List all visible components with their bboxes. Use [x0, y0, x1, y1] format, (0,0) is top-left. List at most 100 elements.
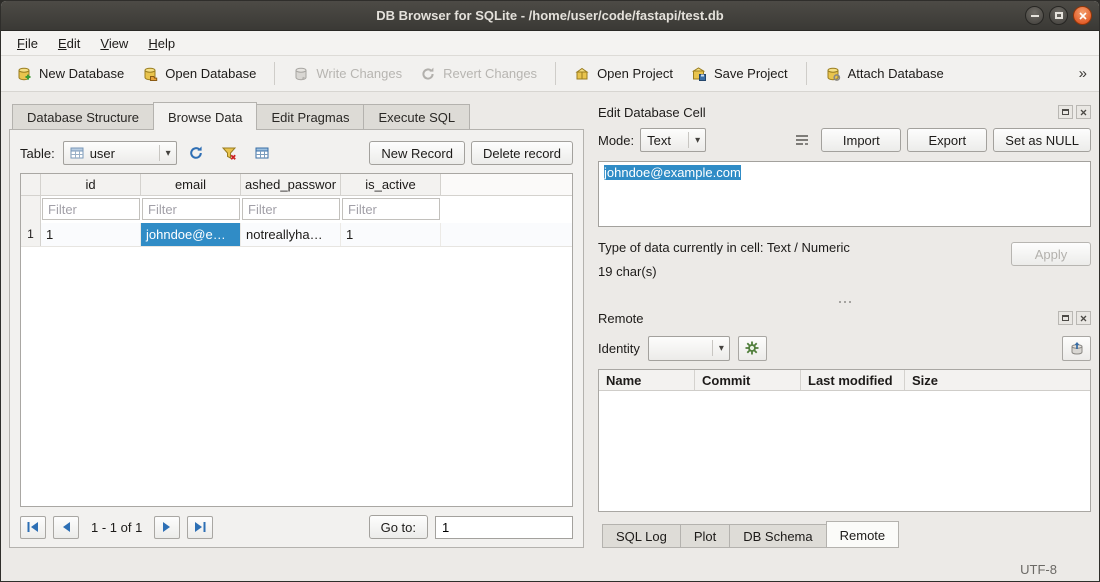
grid-corner[interactable]	[21, 174, 41, 196]
attach-database-button[interactable]: Attach Database	[816, 61, 953, 87]
save-project-icon	[691, 66, 707, 82]
encoding-indicator[interactable]: UTF-8	[1020, 562, 1057, 577]
filter-input-hashed-password[interactable]	[242, 198, 340, 220]
mode-select-value: Text	[647, 133, 682, 148]
cell-is-active[interactable]: 1	[341, 223, 441, 246]
new-record-button[interactable]: New Record	[369, 141, 465, 165]
cell-hashed-password[interactable]: notreallyha…	[241, 223, 341, 246]
dock-tabbar: SQL Log Plot DB Schema Remote	[598, 521, 1091, 548]
previous-record-button[interactable]	[53, 516, 79, 539]
tab-browse-data[interactable]: Browse Data	[153, 102, 257, 130]
mode-label: Mode:	[598, 133, 634, 148]
tab-execute-sql[interactable]: Execute SQL	[363, 104, 470, 129]
gear-icon	[744, 340, 760, 356]
write-changes-icon	[293, 66, 309, 82]
splitter-dots-icon	[839, 301, 841, 303]
column-header-id[interactable]: id	[41, 174, 141, 196]
revert-changes-button[interactable]: Revert Changes	[411, 61, 546, 87]
save-results-button[interactable]	[249, 141, 276, 165]
maximize-icon	[1055, 12, 1063, 19]
delete-record-button[interactable]: Delete record	[471, 141, 573, 165]
remote-dock-controls	[1058, 311, 1091, 325]
column-header-email[interactable]: email	[141, 174, 241, 196]
dropdown-arrow-icon: ▾	[712, 340, 724, 356]
apply-button[interactable]: Apply	[1011, 242, 1091, 266]
maximize-button[interactable]	[1049, 6, 1068, 25]
menubar: File Edit View Help	[1, 31, 1099, 56]
window-title: DB Browser for SQLite - /home/user/code/…	[1, 8, 1099, 23]
word-wrap-button[interactable]	[788, 128, 815, 152]
refresh-button[interactable]	[183, 141, 210, 165]
cell-email-selected[interactable]: johndoe@e…	[141, 223, 241, 246]
open-project-icon	[574, 66, 590, 82]
clear-filters-button[interactable]	[216, 141, 243, 165]
goto-button[interactable]: Go to:	[369, 515, 428, 539]
new-database-button[interactable]: New Database	[7, 61, 133, 87]
save-project-label: Save Project	[714, 66, 788, 81]
cell-editor[interactable]: johndoe@example.com	[598, 161, 1091, 227]
titlebar[interactable]: DB Browser for SQLite - /home/user/code/…	[1, 1, 1099, 31]
menu-edit[interactable]: Edit	[48, 33, 90, 54]
filter-input-email[interactable]	[142, 198, 240, 220]
menu-view[interactable]: View	[90, 33, 138, 54]
edit-cell-dock-controls	[1058, 105, 1091, 119]
identity-settings-button[interactable]	[738, 336, 767, 361]
edit-cell-toolbar: Mode: Text ▾ Import Export Set as NULL	[598, 127, 1091, 153]
write-changes-button[interactable]: Write Changes	[284, 61, 411, 87]
remote-table: Name Commit Last modified Size	[598, 369, 1091, 512]
filter-input-is-active[interactable]	[342, 198, 440, 220]
remote-col-name[interactable]: Name	[599, 370, 695, 390]
float-remote-button[interactable]	[1058, 311, 1073, 325]
float-edit-cell-button[interactable]	[1058, 105, 1073, 119]
data-grid: id email ashed_passwor is_active	[20, 173, 573, 507]
statusbar: UTF-8	[1, 558, 1099, 581]
close-edit-cell-button[interactable]	[1076, 105, 1091, 119]
close-button[interactable]	[1073, 6, 1092, 25]
grid-empty-area	[21, 247, 572, 506]
column-header-hashed-password[interactable]: ashed_passwor	[241, 174, 341, 196]
tab-database-structure[interactable]: Database Structure	[12, 104, 154, 129]
close-remote-button[interactable]	[1076, 311, 1091, 325]
first-record-icon	[26, 521, 40, 533]
last-record-icon	[193, 521, 207, 533]
table-icon	[70, 146, 84, 160]
first-record-button[interactable]	[20, 516, 46, 539]
attach-database-label: Attach Database	[848, 66, 944, 81]
cell-id[interactable]: 1	[41, 223, 141, 246]
next-record-button[interactable]	[154, 516, 180, 539]
set-as-null-button[interactable]: Set as NULL	[993, 128, 1091, 152]
column-header-is-active[interactable]: is_active	[341, 174, 441, 196]
open-project-button[interactable]: Open Project	[565, 61, 682, 87]
mode-select[interactable]: Text ▾	[640, 128, 706, 152]
tab-db-schema[interactable]: DB Schema	[729, 524, 826, 548]
tab-remote[interactable]: Remote	[826, 521, 900, 548]
import-button[interactable]: Import	[821, 128, 901, 152]
tab-plot[interactable]: Plot	[680, 524, 730, 548]
menu-file[interactable]: File	[7, 33, 48, 54]
toolbar-overflow-button[interactable]: »	[1073, 63, 1093, 84]
revert-changes-label: Revert Changes	[443, 66, 537, 81]
push-database-button[interactable]	[1062, 336, 1091, 361]
table-select[interactable]: user ▾	[63, 141, 177, 165]
remote-col-last-modified[interactable]: Last modified	[801, 370, 905, 390]
row-header[interactable]: 1	[21, 223, 41, 246]
goto-input[interactable]	[435, 516, 573, 539]
open-database-button[interactable]: Open Database	[133, 61, 265, 87]
splitter-handle[interactable]	[598, 296, 1091, 308]
table-select-value: user	[90, 146, 153, 161]
remote-col-commit[interactable]: Commit	[695, 370, 801, 390]
menu-help[interactable]: Help	[138, 33, 185, 54]
export-button[interactable]: Export	[907, 128, 987, 152]
save-project-button[interactable]: Save Project	[682, 61, 797, 87]
last-record-button[interactable]	[187, 516, 213, 539]
grid-header: id email ashed_passwor is_active	[21, 174, 572, 196]
open-database-label: Open Database	[165, 66, 256, 81]
minimize-button[interactable]	[1025, 6, 1044, 25]
remote-col-size[interactable]: Size	[905, 370, 1090, 390]
identity-select[interactable]: ▾	[648, 336, 730, 361]
identity-row: Identity ▾	[598, 334, 1091, 362]
edit-cell-header: Edit Database Cell	[598, 102, 1091, 122]
tab-edit-pragmas[interactable]: Edit Pragmas	[256, 104, 364, 129]
tab-sql-log[interactable]: SQL Log	[602, 524, 681, 548]
filter-input-id[interactable]	[42, 198, 140, 220]
